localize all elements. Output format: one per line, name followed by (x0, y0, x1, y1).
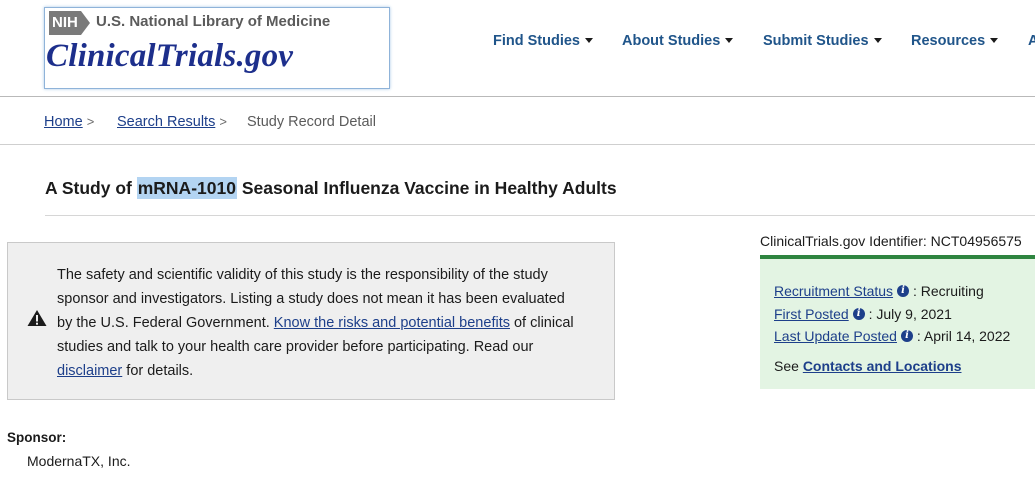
last-update-link[interactable]: Last Update Posted (774, 328, 897, 344)
status-panel: Recruitment Status i : Recruiting First P… (760, 255, 1035, 389)
nlm-title: U.S. National Library of Medicine (96, 13, 331, 30)
risks-benefits-link[interactable]: Know the risks and potential benefits (274, 315, 510, 331)
nav-resources[interactable]: Resources (911, 33, 999, 49)
identifier-value: NCT04956575 (930, 233, 1022, 249)
nav-submit-studies[interactable]: Submit Studies (763, 33, 882, 49)
nav-find-studies[interactable]: Find Studies (493, 33, 593, 49)
caret-down-icon (990, 37, 999, 43)
first-posted-row: First Posted i : July 9, 2021 (774, 306, 952, 322)
breadcrumb-home-link[interactable]: Home (44, 114, 83, 130)
first-posted-link[interactable]: First Posted (774, 306, 849, 322)
disclaimer-text-3: for details. (122, 363, 194, 379)
info-icon[interactable]: i (852, 308, 865, 321)
first-posted-value: : July 9, 2021 (864, 306, 952, 322)
contacts-row: See Contacts and Locations (774, 358, 962, 374)
title-highlighted-text: mRNA-1010 (136, 177, 237, 199)
caret-down-icon (585, 37, 593, 43)
nav-label: About Studies (622, 33, 721, 49)
page-title: A Study of mRNA-1010 Seasonal Influenza … (45, 177, 617, 199)
site-logo[interactable]: NIH U.S. National Library of Medicine Cl… (44, 7, 390, 89)
nav-about-site[interactable]: A (1028, 33, 1035, 49)
last-update-row: Last Update Posted i : April 14, 2022 (774, 328, 1010, 344)
sponsor-value: ModernaTX, Inc. (27, 453, 131, 469)
disclaimer-box: The safety and scientific validity of th… (7, 242, 615, 400)
info-icon[interactable]: i (897, 285, 910, 298)
breadcrumb-item-home: Home > (44, 114, 94, 130)
breadcrumb-separator: > (219, 114, 227, 129)
title-suffix: Seasonal Influenza Vaccine in Healthy Ad… (236, 178, 617, 198)
nav-label: Submit Studies (763, 33, 869, 49)
breadcrumb-item-search-results: Search Results > (117, 114, 227, 130)
see-prefix: See (774, 358, 803, 374)
disclaimer-text: The safety and scientific validity of th… (57, 263, 577, 383)
nav-about-studies[interactable]: About Studies (622, 33, 734, 49)
breadcrumb: Home > Search Results > Study Record Detai… (0, 97, 1035, 145)
nih-badge-arrow (81, 11, 90, 35)
title-prefix: A Study of (45, 178, 137, 198)
nih-badge: NIH (49, 11, 90, 35)
recruitment-status-value: : Recruiting (909, 283, 984, 299)
title-divider (45, 215, 1035, 216)
warning-triangle-icon (27, 310, 47, 326)
breadcrumb-search-results-link[interactable]: Search Results (117, 114, 215, 130)
clinicaltrials-logo-text: ClinicalTrials.gov (46, 38, 294, 74)
contacts-locations-link[interactable]: Contacts and Locations (803, 358, 962, 374)
sponsor-label: Sponsor: (7, 430, 67, 445)
nav-label: A (1028, 33, 1035, 49)
study-identifier: ClinicalTrials.gov Identifier: NCT049565… (760, 233, 1022, 249)
info-icon[interactable]: i (900, 330, 913, 343)
nav-label: Resources (911, 33, 986, 49)
identifier-label: ClinicalTrials.gov Identifier: (760, 233, 931, 249)
nav-label: Find Studies (493, 33, 580, 49)
recruitment-status-row: Recruitment Status i : Recruiting (774, 283, 984, 299)
caret-down-icon (725, 37, 734, 43)
breadcrumb-current: Study Record Detail (247, 114, 376, 130)
recruitment-status-link[interactable]: Recruitment Status (774, 283, 893, 299)
breadcrumb-separator: > (86, 114, 95, 129)
nih-badge-text: NIH (49, 11, 81, 35)
site-header: NIH U.S. National Library of Medicine Cl… (0, 0, 1035, 97)
disclaimer-link[interactable]: disclaimer (57, 363, 122, 379)
last-update-value: : April 14, 2022 (912, 328, 1011, 344)
caret-down-icon (873, 37, 882, 43)
